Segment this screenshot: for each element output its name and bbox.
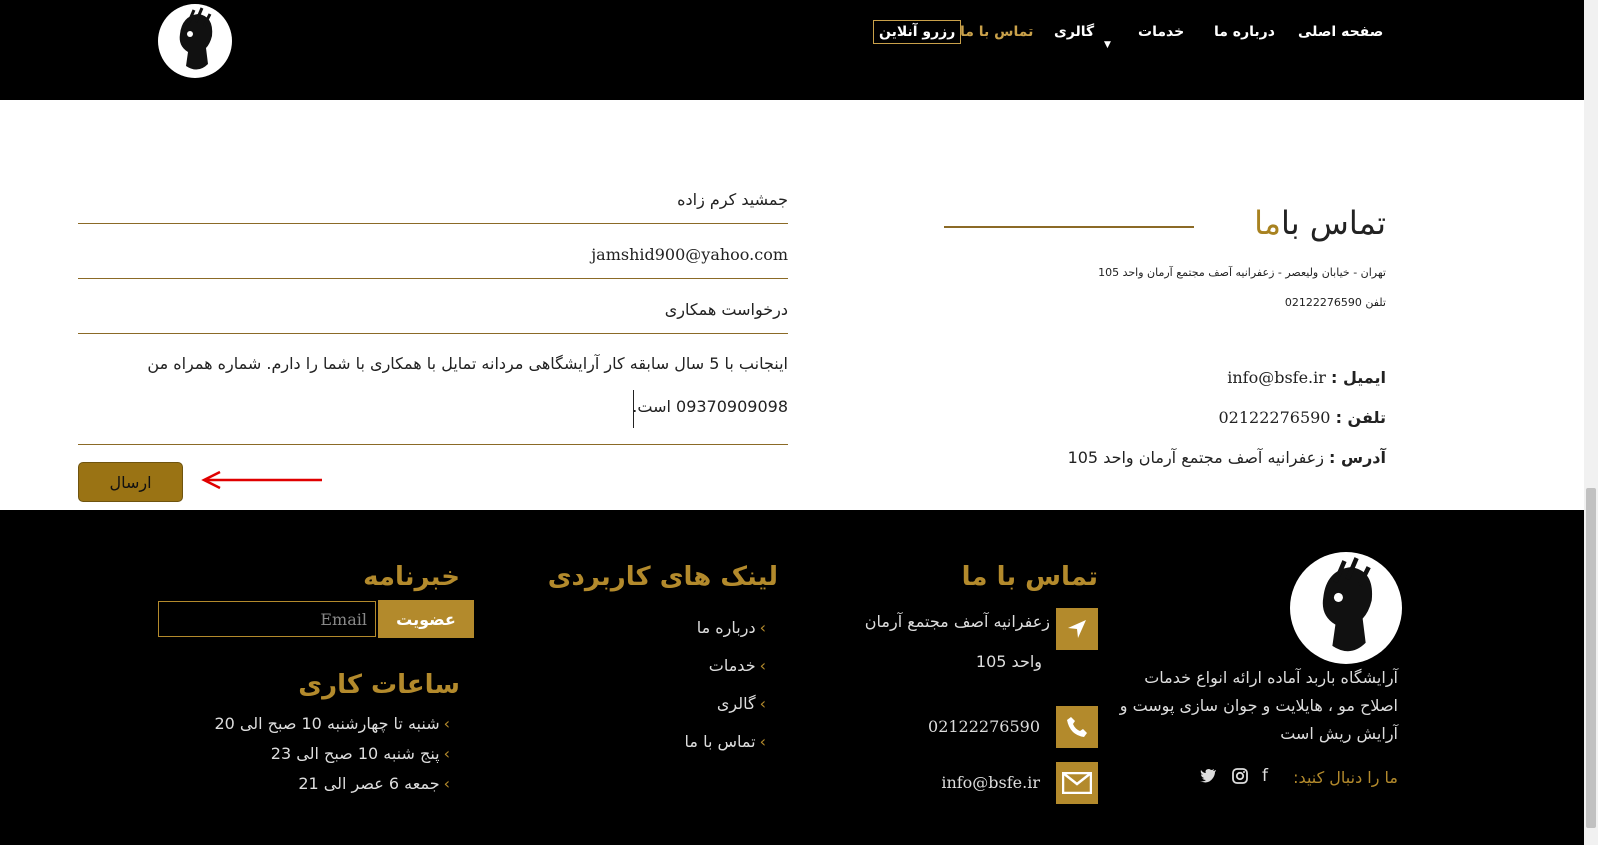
envelope-icon <box>1056 762 1098 804</box>
phone-icon <box>1056 706 1098 748</box>
chevron-icon: › <box>759 694 766 713</box>
join-button[interactable]: عضویت <box>378 600 474 638</box>
chevron-icon: › <box>443 744 450 763</box>
message-line-1: اینجانب با 5 سال سابقه کار آرایشگاهی مرد… <box>147 354 788 373</box>
address-small: تهران - خیابان ولیعصر - زعفرانیه آصف مجت… <box>1098 266 1386 279</box>
hours-row: ›شنبه تا چهارشنبه 10 صبح الی 20 <box>214 714 450 733</box>
hours-row: ›جمعه 6 عصر الی 21 <box>298 774 450 793</box>
footer-contact-heading: تماس با ما <box>961 562 1098 592</box>
footer-phone: 02122276590 <box>928 717 1040 736</box>
hours-heading: ساعات کاری <box>298 670 460 700</box>
email-input[interactable]: jamshid900@yahoo.com <box>78 243 788 279</box>
chevron-icon: › <box>759 656 766 675</box>
chevron-icon: › <box>759 732 766 751</box>
footer-link-gallery[interactable]: ›گالری <box>717 694 766 713</box>
nav-services[interactable]: خدمات <box>1138 24 1184 40</box>
chevron-icon: › <box>443 714 450 733</box>
site-footer: آرایشگاه باربد آماده ارائه انواع خدمات ا… <box>0 510 1584 845</box>
nav-contact[interactable]: تماس با ما <box>960 24 1033 40</box>
email-field[interactable]: jamshid900@yahoo.com <box>78 243 788 279</box>
twitter-icon[interactable] <box>1200 768 1217 788</box>
name-field[interactable]: جمشید کرم زاده <box>78 188 788 224</box>
follow-label: ما را دنبال کنید: <box>1293 768 1398 787</box>
nav-home[interactable]: صفحه اصلی <box>1298 24 1383 40</box>
subject-field[interactable]: درخواست همکاری <box>78 298 788 334</box>
newsletter-email-input[interactable] <box>158 601 376 637</box>
address-info-row: آدرس : زعفرانیه آصف مجتمع آرمان واحد 105 <box>1067 448 1386 467</box>
footer-email: info@bsfe.ir <box>941 773 1040 792</box>
site-header: صفحه اصلی درباره ما خدمات ▼ گالری تماس ب… <box>0 0 1584 100</box>
nav-gallery[interactable]: گالری <box>1054 24 1094 40</box>
footer-address-line-2: واحد 105 <box>975 652 1042 671</box>
phone-small: تلفن 02122276590 <box>1284 296 1386 309</box>
barber-logo-icon[interactable] <box>158 4 232 78</box>
about-text-line-1: آرایشگاه باربد آماده ارائه انواع خدمات <box>1144 668 1398 687</box>
chevron-icon: › <box>759 618 766 637</box>
phone-info-row: تلفن : 02122276590 <box>1218 408 1387 427</box>
title-divider <box>944 226 1194 228</box>
text-caret <box>633 390 634 428</box>
contact-title: تماس باما <box>1254 204 1386 242</box>
email-info-row: ایمیل : info@bsfe.ir <box>1227 368 1386 387</box>
message-line-2: 09370909098 است. <box>632 397 788 416</box>
footer-address-line-1: زعفرانیه آصف مجتمع آرمان <box>864 612 1050 631</box>
facebook-icon[interactable]: f <box>1262 766 1268 786</box>
footer-link-about[interactable]: ›درباره ما <box>697 618 766 637</box>
location-arrow-icon <box>1056 608 1098 650</box>
newsletter-heading: خبرنامه <box>363 562 460 592</box>
name-input[interactable]: جمشید کرم زاده <box>78 188 788 224</box>
about-text-line-3: آرایش ریش است <box>1280 724 1398 743</box>
footer-link-contact[interactable]: ›تماس با ما <box>685 732 766 751</box>
about-text-line-2: اصلاح مو ، هایلایت و جوان سازی پوست و <box>1119 696 1398 715</box>
subject-input[interactable]: درخواست همکاری <box>78 298 788 334</box>
instagram-icon[interactable] <box>1232 768 1248 789</box>
footer-link-services[interactable]: ›خدمات <box>709 656 766 675</box>
footer-logo-icon <box>1290 552 1402 664</box>
message-textarea[interactable]: اینجانب با 5 سال سابقه کار آرایشگاهی مرد… <box>78 350 788 445</box>
dropdown-caret-icon[interactable]: ▼ <box>1104 40 1111 50</box>
chevron-icon: › <box>443 774 450 793</box>
nav-about[interactable]: درباره ما <box>1214 24 1275 40</box>
links-heading: لینک های کاربردی <box>547 562 778 592</box>
submit-button[interactable]: ارسال <box>78 462 183 502</box>
hours-row: ›پنج شنبه 10 صبح الی 23 <box>270 744 450 763</box>
reserve-online-button[interactable]: رزرو آنلاین <box>873 20 962 44</box>
red-arrow-icon <box>201 470 322 490</box>
scrollbar-thumb[interactable] <box>1586 488 1596 828</box>
